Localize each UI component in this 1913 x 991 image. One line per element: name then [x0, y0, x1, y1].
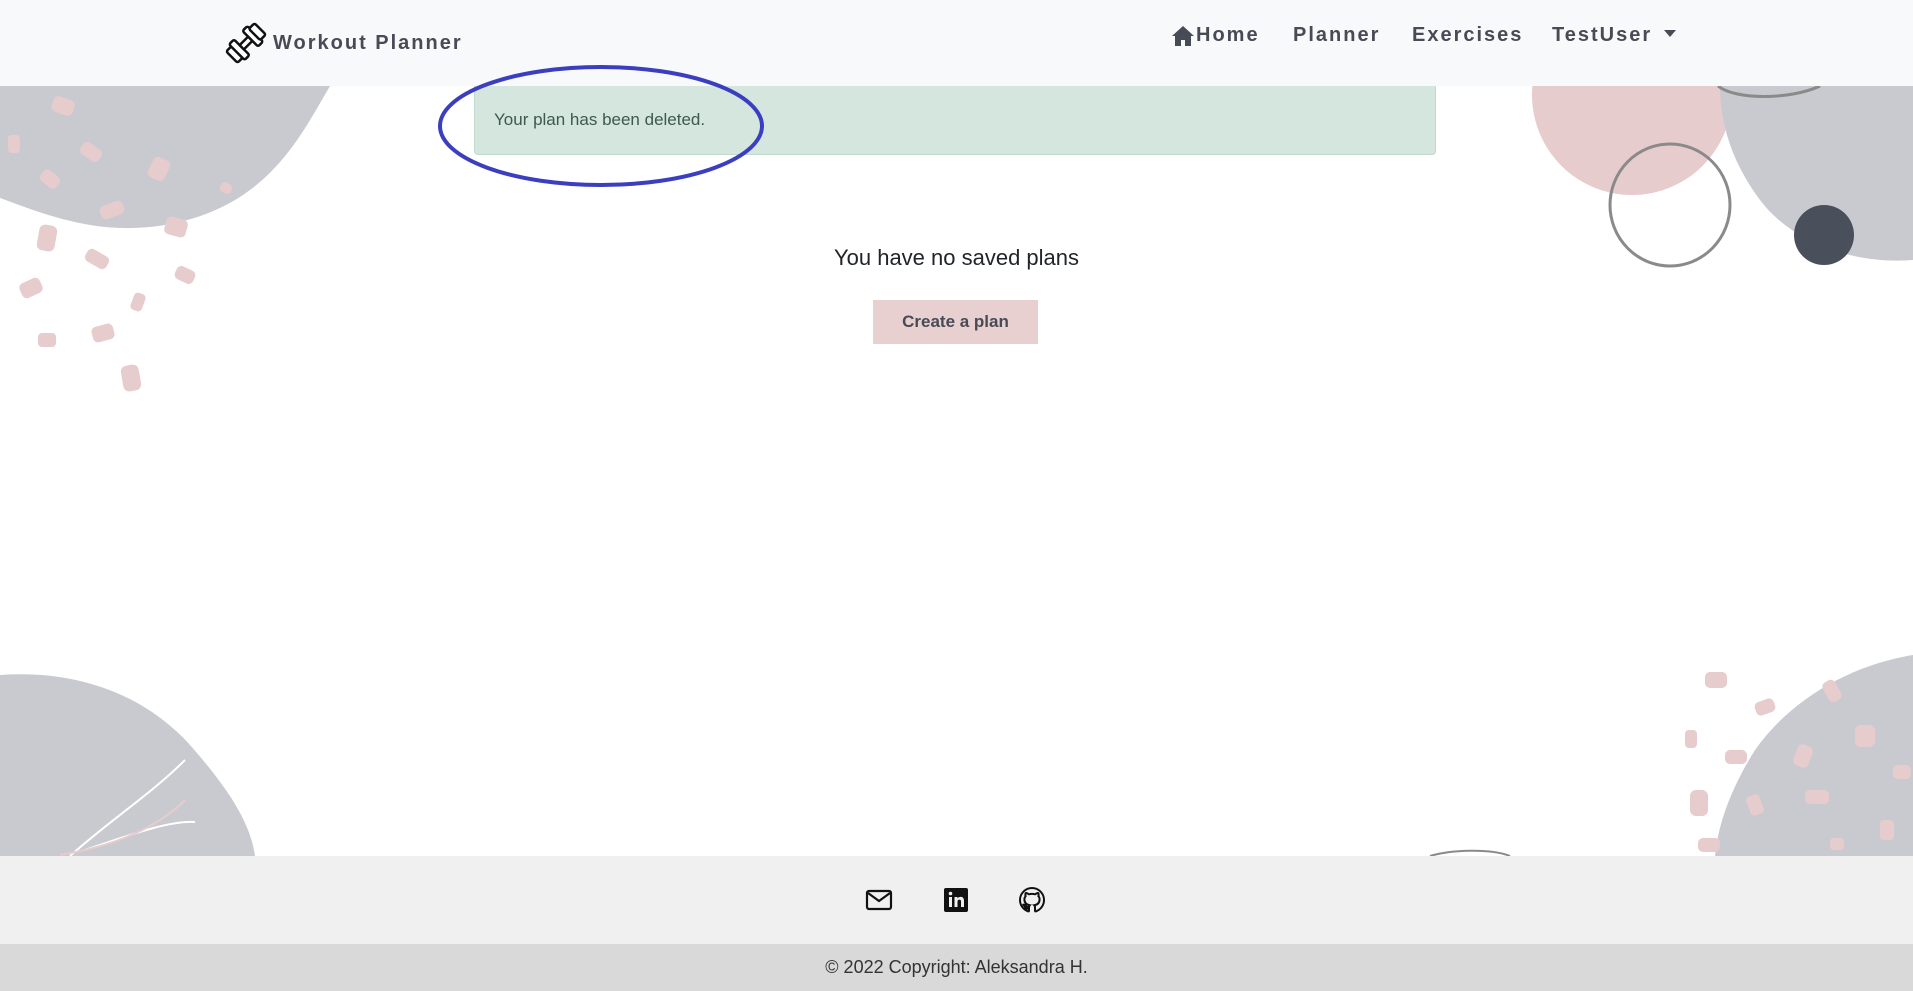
user-dropdown[interactable]: TestUser	[1552, 24, 1677, 47]
home-icon	[1172, 25, 1194, 46]
nav-exercises[interactable]: Exercises	[1412, 24, 1523, 47]
footer-social	[0, 856, 1913, 944]
success-alert: Your plan has been deleted.	[474, 86, 1436, 155]
github-icon[interactable]	[1018, 886, 1046, 914]
caret-down-icon	[1664, 30, 1677, 37]
empty-plans-message: You have no saved plans	[833, 245, 1080, 270]
user-dropdown-label: TestUser	[1552, 24, 1653, 46]
envelope-icon[interactable]	[865, 886, 893, 914]
brand-link[interactable]: Workout Planner	[225, 20, 463, 66]
create-plan-button[interactable]: Create a plan	[873, 300, 1038, 344]
alert-message: Your plan has been deleted.	[494, 110, 706, 129]
nav-home-label: Home	[1196, 24, 1260, 46]
copyright-text: © 2022 Copyright: Aleksandra H.	[825, 957, 1088, 977]
top-navbar: Workout Planner Home Planner Exercises T…	[0, 0, 1913, 86]
nav-home[interactable]: Home	[1171, 24, 1260, 47]
linkedin-icon[interactable]	[942, 886, 970, 914]
dumbbell-icon	[225, 22, 267, 64]
nav-planner[interactable]: Planner	[1293, 24, 1380, 47]
brand-name: Workout Planner	[273, 31, 463, 54]
footer-copyright: © 2022 Copyright: Aleksandra H.	[0, 944, 1913, 991]
